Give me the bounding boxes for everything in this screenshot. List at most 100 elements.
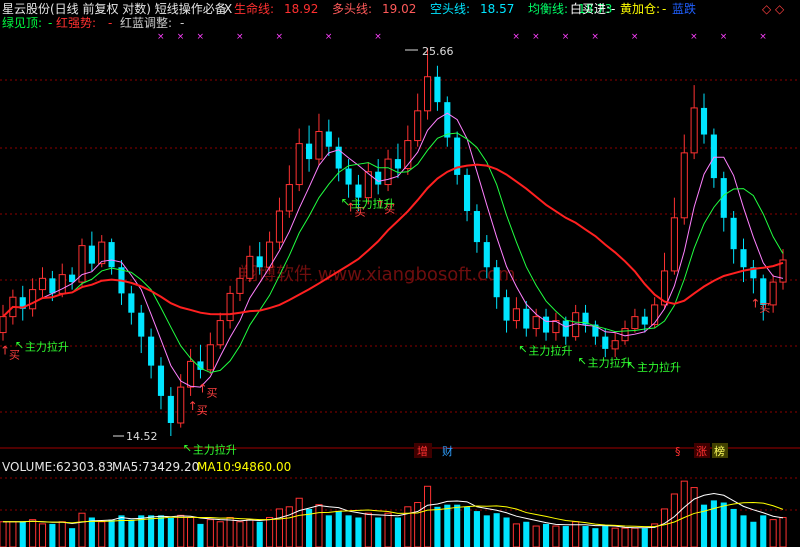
indicator-label-0: 生命线: <box>234 1 274 16</box>
volume-bar <box>483 515 490 547</box>
volume-bar <box>19 521 26 547</box>
candle-body <box>246 255 254 279</box>
volume-bar <box>69 528 76 547</box>
candle-body <box>177 386 185 424</box>
volume-bar <box>444 504 451 547</box>
candle-body <box>690 107 698 154</box>
pull-arrow-icon: ↖ <box>518 343 527 356</box>
candle-body <box>108 242 115 268</box>
volume-bar <box>602 526 609 547</box>
candle-body <box>29 289 37 310</box>
volume-grid <box>0 477 800 511</box>
buy-value: - <box>611 2 615 16</box>
candle-body <box>611 340 619 350</box>
badge-zeng[interactable]: 增 <box>417 444 428 458</box>
candle-body <box>275 210 284 243</box>
volume-bar <box>532 525 540 547</box>
badge-zhang[interactable]: 涨 <box>696 445 707 458</box>
candle-body <box>157 365 165 396</box>
high-price-label: 25.66 <box>422 45 454 58</box>
x-marker: × <box>690 32 698 42</box>
candle-body <box>710 134 717 179</box>
x-marker: × <box>532 32 540 42</box>
candle-body <box>463 174 471 212</box>
extra-label: 蓝跌 <box>672 1 696 16</box>
candle-body <box>58 274 66 294</box>
volume-bar <box>108 519 115 547</box>
volume-bar <box>375 517 382 547</box>
candle-body <box>542 316 550 333</box>
pull-signal-label: 主力拉升 <box>588 356 632 370</box>
volume-label: VOLUME: <box>2 460 56 474</box>
volume-bar <box>197 523 204 547</box>
volume-bar <box>364 512 372 547</box>
adjust-value: - <box>180 16 184 30</box>
candle-body <box>49 278 56 294</box>
volume-bar <box>523 521 530 547</box>
right-marker[interactable]: ◇ ◇ <box>762 2 785 16</box>
stock-chart[interactable]: 星云股份(日线 前复权 对数) 短线操作必备 X 生命线: 18.92 多头线: 19… <box>0 0 800 547</box>
volume-bar <box>710 500 717 547</box>
volume-bar <box>562 526 569 547</box>
pull-signal-label: 主力拉升 <box>351 196 395 210</box>
indicator-label-1: 多头线: <box>332 2 372 16</box>
x-marker: × <box>759 32 767 42</box>
volume-bar <box>167 517 174 547</box>
volume-bar <box>592 528 599 547</box>
volume-bar <box>542 523 550 547</box>
badge-cai[interactable]: 财 <box>442 444 453 458</box>
volume-bar <box>423 485 432 547</box>
candlestick-series <box>0 48 787 436</box>
indicator-value-2: 18.57 <box>480 2 514 16</box>
volume-bar <box>38 523 47 547</box>
x-marker: × <box>591 32 599 42</box>
candle-body <box>325 131 332 147</box>
volume-bar <box>236 521 244 547</box>
candle-body <box>88 245 95 264</box>
close-icon[interactable]: X <box>224 2 232 16</box>
pull-arrow-icon: ↖ <box>627 359 636 372</box>
candle-body <box>423 76 432 112</box>
volume-bar <box>9 521 17 547</box>
candle-body <box>38 277 47 291</box>
candle-body <box>69 274 76 283</box>
volume-value: 62303.83 <box>56 460 113 474</box>
candle-body <box>0 316 7 334</box>
volume-bar <box>98 521 106 547</box>
candle-body <box>167 395 174 423</box>
badge-bang[interactable]: 榜 <box>714 444 725 458</box>
volume-bar <box>493 513 500 547</box>
candle-body <box>680 152 688 219</box>
green-top-value: - <box>48 16 52 30</box>
pull-signal-label: 主力拉升 <box>25 340 69 354</box>
candle-body <box>444 102 451 138</box>
x-marker: × <box>512 32 520 42</box>
adjust-label: 红蓝调整: <box>120 15 172 30</box>
candle-body <box>483 242 490 268</box>
volume-bar <box>631 527 639 547</box>
volume-bar <box>384 512 392 547</box>
volume-bar <box>226 516 234 547</box>
ma10-value: 94860.00 <box>234 460 291 474</box>
red-strong-value: - <box>108 16 112 30</box>
volume-bar <box>750 521 757 547</box>
candle-body <box>414 110 422 142</box>
ma10-label: MA10: <box>197 460 235 474</box>
volume-bar <box>187 516 195 547</box>
pull-arrow-icon: ↖ <box>15 339 24 352</box>
candle-body <box>236 277 244 294</box>
volume-bar <box>157 515 165 547</box>
volume-bar <box>414 502 422 547</box>
volume-bar <box>769 519 777 547</box>
volume-bars <box>0 480 787 547</box>
volume-bar <box>463 506 471 547</box>
candle-body <box>641 316 648 325</box>
volume-bar <box>345 515 352 547</box>
x-marker: × <box>631 32 639 42</box>
volume-bar <box>572 521 580 547</box>
volume-bar <box>275 508 284 547</box>
badge-section[interactable]: § <box>675 445 681 458</box>
event-badges: 增 财 § 涨 榜 <box>414 443 728 458</box>
volume-bar <box>760 515 767 547</box>
candle-body <box>562 320 569 337</box>
